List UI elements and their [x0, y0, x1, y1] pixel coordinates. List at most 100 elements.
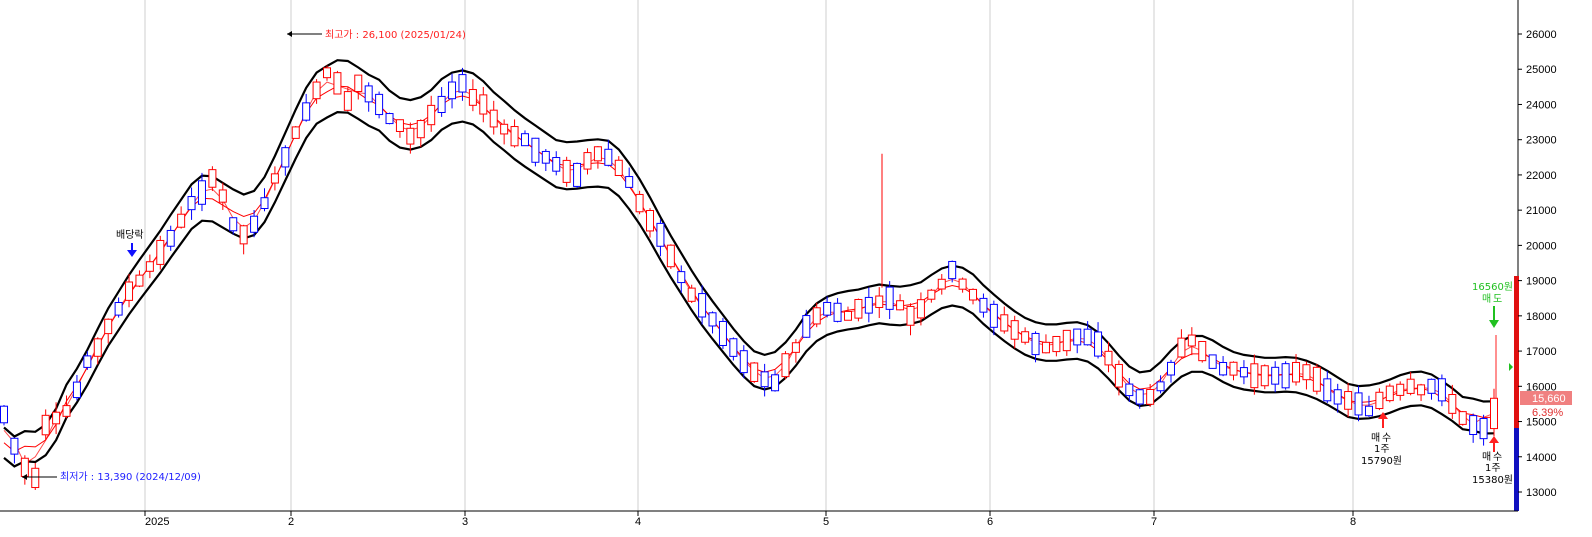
candle-body [41, 414, 50, 436]
candle-body [875, 295, 884, 308]
candle-body [896, 300, 905, 311]
candle-body [760, 371, 769, 388]
candle-body [1135, 389, 1144, 405]
candle-body [1354, 392, 1363, 416]
candle-body [520, 133, 529, 147]
current-price-label: 15,660 [1532, 393, 1566, 405]
candle-body [395, 119, 404, 132]
candle-body [583, 152, 592, 170]
y-tick-label: 23000 [1526, 135, 1557, 147]
candle-body [1041, 341, 1050, 354]
candle-body [729, 338, 738, 357]
candle-body [1166, 361, 1175, 376]
candle-body [1198, 340, 1207, 362]
stock-chart: 최고가 : 26,100 (2025/01/24) 최저가 : 13,390 (… [0, 0, 1572, 528]
candle-body [31, 467, 40, 489]
buy2-label-2: 수 [1493, 451, 1502, 463]
candle-body [218, 189, 227, 203]
candle-body [312, 81, 321, 100]
buy2-label-3: 1주 [1485, 463, 1501, 474]
candle-body [1156, 381, 1165, 392]
candle-body [635, 193, 644, 213]
candle-body [781, 353, 790, 378]
candle-body [1479, 418, 1488, 440]
candle-body [270, 173, 279, 184]
y-tick-label: 26000 [1526, 29, 1557, 41]
candle-body [979, 297, 988, 313]
candle-body [969, 288, 978, 301]
candle-body [375, 93, 384, 116]
candle-body [1021, 331, 1030, 343]
candle-body [93, 338, 102, 357]
candle-body [406, 127, 415, 145]
candle-body [677, 271, 686, 284]
candle-body [10, 437, 19, 455]
candle-body [354, 74, 363, 93]
x-tick-label: 6 [987, 516, 993, 528]
candle-body [1010, 320, 1019, 340]
candle-body [1094, 331, 1103, 357]
candle-body [937, 278, 946, 290]
candle-body [1417, 384, 1426, 396]
candle-body [927, 289, 936, 300]
candle-body [656, 222, 665, 247]
candle-body [1385, 385, 1394, 402]
candle-body [1125, 383, 1134, 397]
y-tick-label: 24000 [1526, 99, 1557, 111]
candle-body [187, 196, 196, 211]
candle-body [1260, 365, 1269, 387]
candle-body [1239, 367, 1248, 378]
high-annotation: 최고가 : 26,100 (2025/01/24) [325, 29, 466, 41]
candle-body [1000, 314, 1009, 332]
candle-body [479, 94, 488, 115]
candle-body [812, 307, 821, 325]
candle-body [750, 362, 759, 382]
candle-body [510, 126, 519, 147]
candle-body [156, 239, 165, 265]
candle-body [135, 274, 144, 287]
sell-label-1: 매 [1482, 293, 1491, 305]
candle-body [885, 286, 894, 310]
y-tick-label: 21000 [1526, 205, 1557, 217]
x-tick-label: 7 [1151, 516, 1157, 528]
candle-body [145, 261, 154, 272]
buy2-price: 15380원 [1472, 474, 1513, 486]
candle-body [614, 159, 623, 176]
y-tick-label: 17000 [1526, 346, 1557, 358]
candle-body [1437, 378, 1446, 402]
candle-body [72, 381, 81, 399]
candle-body [0, 405, 8, 424]
candle-body [573, 162, 582, 187]
candle-body [1271, 366, 1280, 385]
candle-body [958, 278, 967, 290]
candle-body [843, 310, 852, 321]
candle-body [593, 146, 602, 162]
plot-area [0, 0, 1518, 511]
candle-body [791, 342, 800, 353]
change-pct-label: 6.39% [1532, 407, 1563, 419]
candle-body [1406, 378, 1415, 394]
low-annotation: 최저가 : 13,390 (2024/12/09) [60, 471, 201, 483]
candle-body [104, 318, 113, 335]
buy1-label-1: 매 [1371, 432, 1380, 444]
buy1-price: 15790원 [1361, 455, 1402, 467]
sell-price: 16560원 [1472, 281, 1513, 293]
candle-body [468, 89, 477, 106]
y-tick-label: 18000 [1526, 311, 1557, 323]
candle-body [833, 302, 842, 322]
candle-body [552, 157, 561, 172]
candle-body [1052, 335, 1061, 353]
candle-body [718, 320, 727, 346]
y-tick-label: 19000 [1526, 276, 1557, 288]
y-tick-label: 22000 [1526, 170, 1557, 182]
candle-body [1302, 364, 1311, 381]
y-tick-label: 25000 [1526, 64, 1557, 76]
candle-body [906, 305, 915, 326]
candle-body [989, 303, 998, 328]
candle-body [698, 293, 707, 318]
candle-body [1490, 397, 1498, 430]
sell-label-2: 도 [1493, 294, 1502, 305]
candle-body [1458, 411, 1467, 425]
candle-body [229, 217, 238, 232]
candle-body [1104, 350, 1113, 366]
